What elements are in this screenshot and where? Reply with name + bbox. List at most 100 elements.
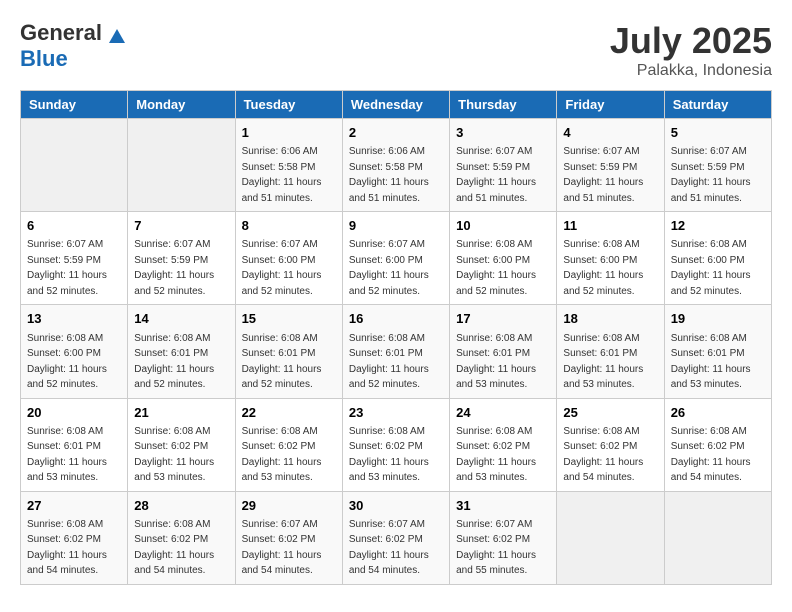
location-title: Palakka, Indonesia xyxy=(610,62,772,80)
logo-blue: Blue xyxy=(20,46,68,72)
calendar-cell xyxy=(21,119,128,212)
day-number: 12 xyxy=(671,217,765,235)
calendar-cell xyxy=(557,491,664,584)
day-info: Sunrise: 6:08 AMSunset: 6:00 PMDaylight:… xyxy=(27,333,107,391)
calendar-cell: 18 Sunrise: 6:08 AMSunset: 6:01 PMDaylig… xyxy=(557,305,664,398)
day-number: 17 xyxy=(456,310,550,328)
day-number: 14 xyxy=(134,310,228,328)
day-info: Sunrise: 6:06 AMSunset: 5:58 PMDaylight:… xyxy=(242,146,322,204)
calendar-cell: 9 Sunrise: 6:07 AMSunset: 6:00 PMDayligh… xyxy=(342,212,449,305)
header: General Blue July 2025 Palakka, Indonesi… xyxy=(20,20,772,80)
day-info: Sunrise: 6:08 AMSunset: 6:01 PMDaylight:… xyxy=(27,426,107,484)
calendar-table: SundayMondayTuesdayWednesdayThursdayFrid… xyxy=(20,90,772,585)
day-info: Sunrise: 6:08 AMSunset: 6:01 PMDaylight:… xyxy=(349,333,429,391)
calendar-cell: 31 Sunrise: 6:07 AMSunset: 6:02 PMDaylig… xyxy=(450,491,557,584)
day-info: Sunrise: 6:08 AMSunset: 6:01 PMDaylight:… xyxy=(242,333,322,391)
day-info: Sunrise: 6:07 AMSunset: 5:59 PMDaylight:… xyxy=(671,146,751,204)
day-number: 13 xyxy=(27,310,121,328)
day-number: 5 xyxy=(671,124,765,142)
day-info: Sunrise: 6:08 AMSunset: 6:02 PMDaylight:… xyxy=(134,426,214,484)
calendar-cell: 17 Sunrise: 6:08 AMSunset: 6:01 PMDaylig… xyxy=(450,305,557,398)
calendar-cell xyxy=(128,119,235,212)
weekday-header-cell: Friday xyxy=(557,91,664,119)
weekday-header-cell: Sunday xyxy=(21,91,128,119)
calendar-cell: 30 Sunrise: 6:07 AMSunset: 6:02 PMDaylig… xyxy=(342,491,449,584)
weekday-header-cell: Thursday xyxy=(450,91,557,119)
calendar-cell: 19 Sunrise: 6:08 AMSunset: 6:01 PMDaylig… xyxy=(664,305,771,398)
day-info: Sunrise: 6:08 AMSunset: 6:00 PMDaylight:… xyxy=(456,239,536,297)
day-info: Sunrise: 6:08 AMSunset: 6:00 PMDaylight:… xyxy=(563,239,643,297)
calendar-cell: 15 Sunrise: 6:08 AMSunset: 6:01 PMDaylig… xyxy=(235,305,342,398)
calendar-cell: 10 Sunrise: 6:08 AMSunset: 6:00 PMDaylig… xyxy=(450,212,557,305)
logo: General Blue xyxy=(20,20,126,72)
day-number: 10 xyxy=(456,217,550,235)
day-number: 31 xyxy=(456,497,550,515)
day-info: Sunrise: 6:07 AMSunset: 5:59 PMDaylight:… xyxy=(456,146,536,204)
day-number: 19 xyxy=(671,310,765,328)
calendar-cell: 13 Sunrise: 6:08 AMSunset: 6:00 PMDaylig… xyxy=(21,305,128,398)
calendar-body: 1 Sunrise: 6:06 AMSunset: 5:58 PMDayligh… xyxy=(21,119,772,585)
calendar-week-row: 13 Sunrise: 6:08 AMSunset: 6:00 PMDaylig… xyxy=(21,305,772,398)
calendar-cell: 23 Sunrise: 6:08 AMSunset: 6:02 PMDaylig… xyxy=(342,398,449,491)
day-number: 3 xyxy=(456,124,550,142)
day-info: Sunrise: 6:07 AMSunset: 6:02 PMDaylight:… xyxy=(242,519,322,577)
calendar-cell: 7 Sunrise: 6:07 AMSunset: 5:59 PMDayligh… xyxy=(128,212,235,305)
calendar-cell: 1 Sunrise: 6:06 AMSunset: 5:58 PMDayligh… xyxy=(235,119,342,212)
calendar-cell: 3 Sunrise: 6:07 AMSunset: 5:59 PMDayligh… xyxy=(450,119,557,212)
day-number: 2 xyxy=(349,124,443,142)
day-info: Sunrise: 6:07 AMSunset: 6:02 PMDaylight:… xyxy=(456,519,536,577)
day-number: 23 xyxy=(349,404,443,422)
day-info: Sunrise: 6:08 AMSunset: 6:01 PMDaylight:… xyxy=(563,333,643,391)
day-info: Sunrise: 6:08 AMSunset: 6:02 PMDaylight:… xyxy=(456,426,536,484)
calendar-week-row: 20 Sunrise: 6:08 AMSunset: 6:01 PMDaylig… xyxy=(21,398,772,491)
calendar-cell: 27 Sunrise: 6:08 AMSunset: 6:02 PMDaylig… xyxy=(21,491,128,584)
calendar-cell: 11 Sunrise: 6:08 AMSunset: 6:00 PMDaylig… xyxy=(557,212,664,305)
day-info: Sunrise: 6:08 AMSunset: 6:02 PMDaylight:… xyxy=(563,426,643,484)
weekday-header-cell: Monday xyxy=(128,91,235,119)
weekday-header-cell: Wednesday xyxy=(342,91,449,119)
day-info: Sunrise: 6:08 AMSunset: 6:02 PMDaylight:… xyxy=(349,426,429,484)
calendar-cell: 24 Sunrise: 6:08 AMSunset: 6:02 PMDaylig… xyxy=(450,398,557,491)
day-info: Sunrise: 6:08 AMSunset: 6:02 PMDaylight:… xyxy=(27,519,107,577)
day-number: 4 xyxy=(563,124,657,142)
day-info: Sunrise: 6:08 AMSunset: 6:01 PMDaylight:… xyxy=(134,333,214,391)
day-number: 25 xyxy=(563,404,657,422)
calendar-cell: 6 Sunrise: 6:07 AMSunset: 5:59 PMDayligh… xyxy=(21,212,128,305)
day-number: 8 xyxy=(242,217,336,235)
calendar-cell xyxy=(664,491,771,584)
calendar-cell: 22 Sunrise: 6:08 AMSunset: 6:02 PMDaylig… xyxy=(235,398,342,491)
calendar-cell: 21 Sunrise: 6:08 AMSunset: 6:02 PMDaylig… xyxy=(128,398,235,491)
day-number: 15 xyxy=(242,310,336,328)
day-number: 16 xyxy=(349,310,443,328)
day-number: 6 xyxy=(27,217,121,235)
day-info: Sunrise: 6:07 AMSunset: 6:00 PMDaylight:… xyxy=(242,239,322,297)
calendar-cell: 14 Sunrise: 6:08 AMSunset: 6:01 PMDaylig… xyxy=(128,305,235,398)
day-number: 20 xyxy=(27,404,121,422)
calendar-cell: 25 Sunrise: 6:08 AMSunset: 6:02 PMDaylig… xyxy=(557,398,664,491)
day-number: 22 xyxy=(242,404,336,422)
day-info: Sunrise: 6:07 AMSunset: 5:59 PMDaylight:… xyxy=(134,239,214,297)
day-info: Sunrise: 6:08 AMSunset: 6:01 PMDaylight:… xyxy=(456,333,536,391)
day-number: 9 xyxy=(349,217,443,235)
day-info: Sunrise: 6:08 AMSunset: 6:01 PMDaylight:… xyxy=(671,333,751,391)
day-number: 24 xyxy=(456,404,550,422)
day-info: Sunrise: 6:07 AMSunset: 5:59 PMDaylight:… xyxy=(563,146,643,204)
logo-general: General xyxy=(20,20,126,46)
calendar-cell: 20 Sunrise: 6:08 AMSunset: 6:01 PMDaylig… xyxy=(21,398,128,491)
day-info: Sunrise: 6:07 AMSunset: 6:02 PMDaylight:… xyxy=(349,519,429,577)
title-area: July 2025 Palakka, Indonesia xyxy=(610,20,772,80)
day-info: Sunrise: 6:08 AMSunset: 6:02 PMDaylight:… xyxy=(242,426,322,484)
calendar-week-row: 1 Sunrise: 6:06 AMSunset: 5:58 PMDayligh… xyxy=(21,119,772,212)
weekday-header-cell: Tuesday xyxy=(235,91,342,119)
day-info: Sunrise: 6:07 AMSunset: 5:59 PMDaylight:… xyxy=(27,239,107,297)
logo-icon xyxy=(108,27,126,45)
calendar-cell: 12 Sunrise: 6:08 AMSunset: 6:00 PMDaylig… xyxy=(664,212,771,305)
weekday-header-row: SundayMondayTuesdayWednesdayThursdayFrid… xyxy=(21,91,772,119)
calendar-cell: 28 Sunrise: 6:08 AMSunset: 6:02 PMDaylig… xyxy=(128,491,235,584)
calendar-cell: 4 Sunrise: 6:07 AMSunset: 5:59 PMDayligh… xyxy=(557,119,664,212)
calendar-cell: 5 Sunrise: 6:07 AMSunset: 5:59 PMDayligh… xyxy=(664,119,771,212)
day-number: 26 xyxy=(671,404,765,422)
day-info: Sunrise: 6:08 AMSunset: 6:02 PMDaylight:… xyxy=(671,426,751,484)
calendar-week-row: 27 Sunrise: 6:08 AMSunset: 6:02 PMDaylig… xyxy=(21,491,772,584)
day-info: Sunrise: 6:08 AMSunset: 6:00 PMDaylight:… xyxy=(671,239,751,297)
